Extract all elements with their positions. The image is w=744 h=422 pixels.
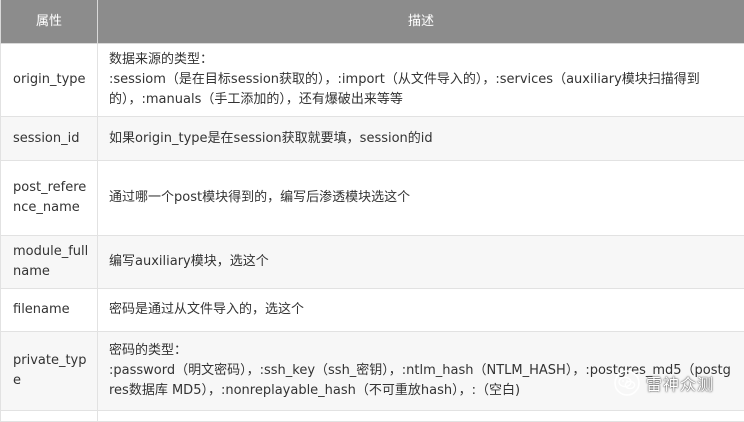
header-attribute: 属性 — [1, 0, 98, 44]
watermark-text: 雷神众测 — [646, 371, 714, 395]
description-line: 通过哪一个post模块得到的，编写后渗透模块选这个 — [109, 188, 734, 208]
description-line: 密码是通过从文件导入的，选这个 — [109, 300, 734, 320]
attribute-name: filename — [1, 289, 98, 332]
attribute-description: 密码是通过从文件导入的，选这个 — [98, 289, 744, 332]
attribute-name — [1, 411, 98, 422]
attribute-name: module_fullname — [1, 236, 98, 289]
table-row: module_fullname 编写auxiliary模块，选这个 — [1, 236, 744, 289]
description-line: :sessiom（是在目标session获取的），:import（从文件导入的）… — [109, 70, 734, 110]
header-description: 描述 — [98, 0, 744, 44]
table-header: 属性 描述 — [1, 0, 744, 44]
watermark: 雷神众测 — [614, 370, 714, 396]
attribute-name: private_type — [1, 332, 98, 411]
attribute-name: session_id — [1, 117, 98, 161]
attribute-description: 数据来源的类型： :sessiom（是在目标session获取的），:impor… — [98, 44, 744, 117]
attribute-description — [98, 411, 744, 422]
description-line: 如果origin_type是在session获取就要填，session的id — [109, 129, 734, 149]
attribute-description: 通过哪一个post模块得到的，编写后渗透模块选这个 — [98, 161, 744, 236]
attribute-name: post_reference_name — [1, 161, 98, 236]
table-row: post_reference_name 通过哪一个post模块得到的，编写后渗透… — [1, 161, 744, 236]
attribute-name: origin_type — [1, 44, 98, 117]
attribute-description: 如果origin_type是在session获取就要填，session的id — [98, 117, 744, 161]
description-line: 数据来源的类型： — [109, 50, 734, 70]
description-line: 密码的类型： — [109, 341, 734, 361]
description-line: 编写auxiliary模块，选这个 — [109, 252, 734, 272]
table-row: filename 密码是通过从文件导入的，选这个 — [1, 289, 744, 332]
attribute-description: 编写auxiliary模块，选这个 — [98, 236, 744, 289]
table-row: session_id 如果origin_type是在session获取就要填，s… — [1, 117, 744, 161]
attribute-table: 属性 描述 origin_type 数据来源的类型： :sessiom（是在目标… — [0, 0, 744, 422]
wechat-icon — [614, 370, 640, 396]
table-row: origin_type 数据来源的类型： :sessiom（是在目标sessio… — [1, 44, 744, 117]
table-row-partial — [1, 411, 744, 422]
